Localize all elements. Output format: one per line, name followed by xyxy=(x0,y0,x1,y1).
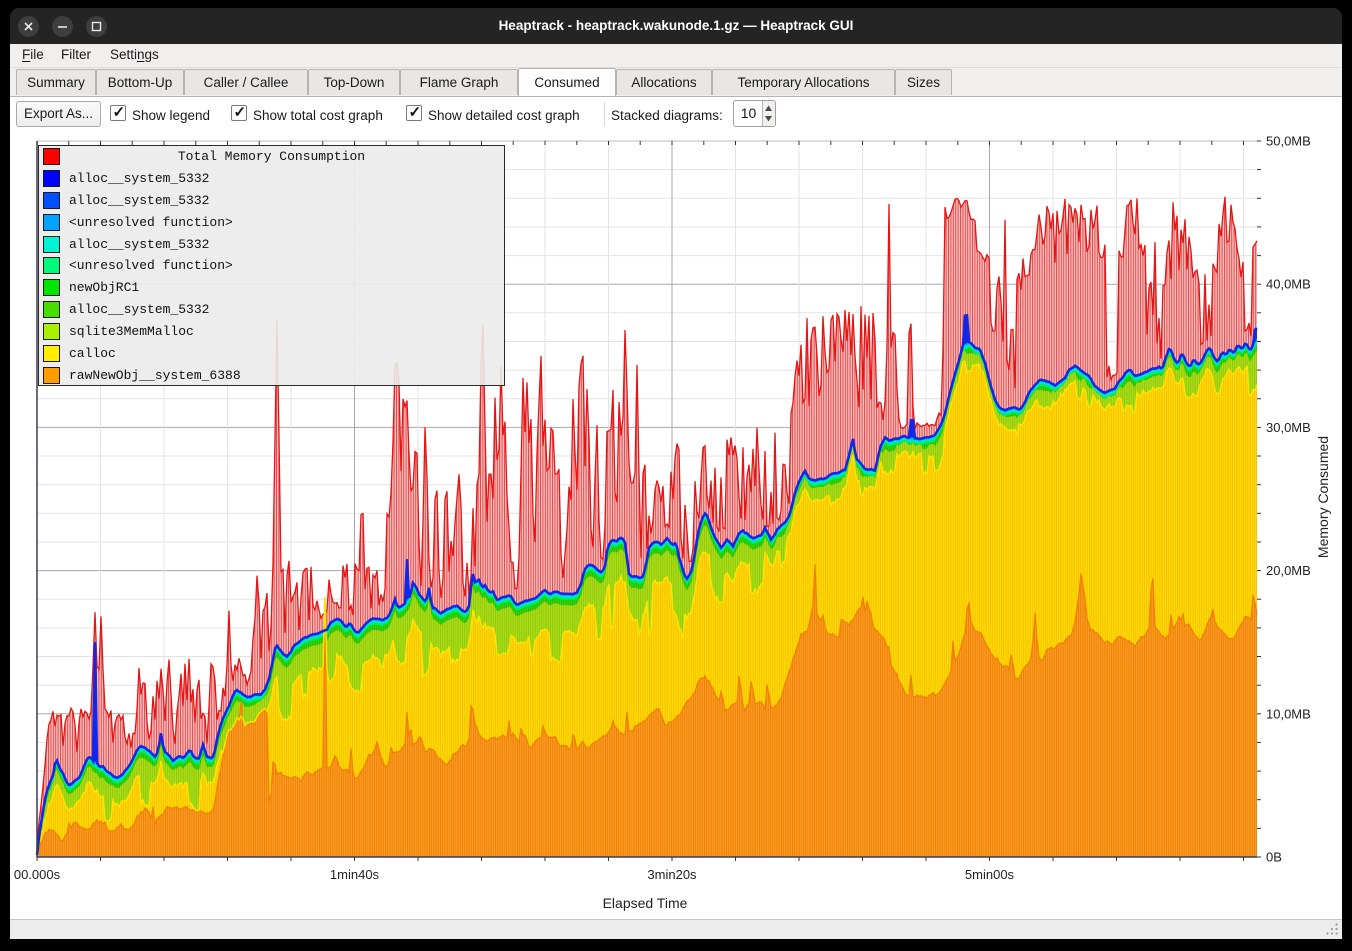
svg-text:1min40s: 1min40s xyxy=(330,867,380,882)
svg-text:10,0MB: 10,0MB xyxy=(1266,706,1311,721)
svg-text:00.000s: 00.000s xyxy=(14,867,61,882)
svg-text:Memory Consumed: Memory Consumed xyxy=(1315,436,1331,558)
svg-text:3min20s: 3min20s xyxy=(647,867,697,882)
svg-text:Elapsed Time: Elapsed Time xyxy=(603,895,688,911)
svg-text:30,0MB: 30,0MB xyxy=(1266,420,1311,435)
svg-text:50,0MB: 50,0MB xyxy=(1266,134,1311,149)
svg-text:20,0MB: 20,0MB xyxy=(1266,563,1311,578)
svg-text:40,0MB: 40,0MB xyxy=(1266,277,1311,292)
svg-text:5min00s: 5min00s xyxy=(965,867,1015,882)
svg-text:0B: 0B xyxy=(1266,850,1282,865)
